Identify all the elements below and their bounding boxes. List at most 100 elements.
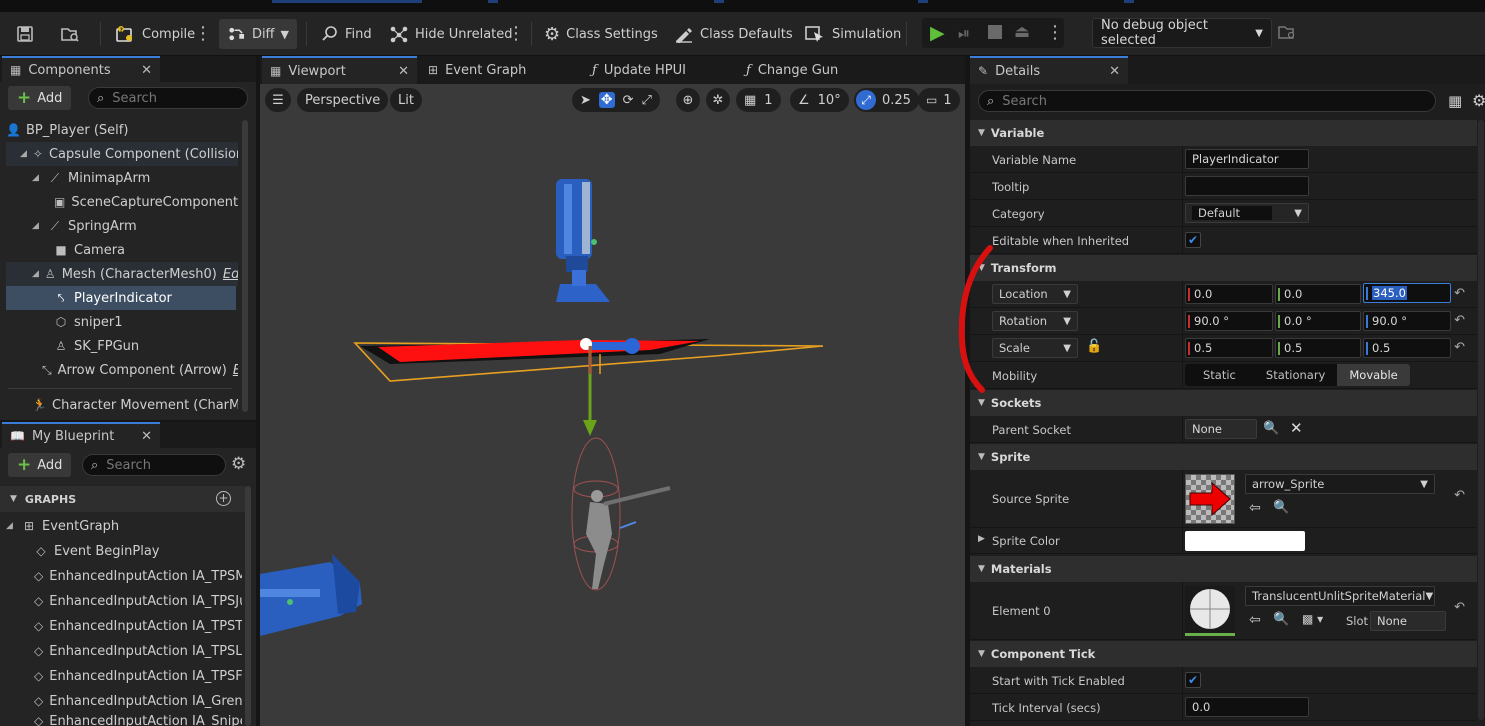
browse-asset-icon[interactable]: 🔍	[1273, 612, 1289, 627]
mobility-movable-option[interactable]: Movable	[1337, 364, 1410, 386]
close-icon[interactable]: ✕	[141, 63, 152, 78]
details-search-input[interactable]: ⌕ Search	[978, 90, 1436, 112]
mobility-static-option[interactable]: Static	[1185, 364, 1254, 386]
blueprint-search-input[interactable]: ⌕ Search	[82, 454, 226, 476]
tab-change-gun[interactable]: ƒ Change Gun	[738, 56, 846, 84]
translate-icon[interactable]: ✥	[598, 92, 615, 108]
transform-section-header[interactable]: ▼ Transform	[970, 255, 1477, 281]
location-y-input[interactable]: 0.0	[1275, 284, 1361, 304]
unlock-icon[interactable]: 🔓	[1086, 339, 1102, 354]
class-settings-button[interactable]: ⚙ Class Settings	[536, 19, 666, 49]
rotation-snap-button[interactable]: ∠ 10°	[790, 88, 849, 112]
source-sprite-dropdown[interactable]: arrow_Sprite ▼	[1245, 474, 1435, 494]
event-graph-item[interactable]: ◢ ⊞ EventGraph	[6, 514, 242, 538]
tab-details[interactable]: ✎ Details ✕	[970, 56, 1128, 84]
event-item[interactable]: ◇ EnhancedInputAction IA_TPSTur	[6, 614, 242, 638]
event-item[interactable]: ◇ Event BeginPlay	[6, 539, 242, 563]
hide-unrelated-options-button[interactable]: ⋮	[505, 19, 527, 49]
debug-object-dropdown[interactable]: No debug object selected ▼	[1092, 18, 1272, 48]
class-defaults-button[interactable]: Class Defaults	[666, 19, 801, 49]
scale-z-input[interactable]: 0.5	[1363, 338, 1451, 358]
add-component-button[interactable]: + Add	[8, 86, 72, 110]
compile-button[interactable]: ? Compile	[106, 19, 203, 49]
reset-icon[interactable]: ↶	[1454, 600, 1465, 615]
component-sk-fpgun[interactable]: ♙ SK_FPGun	[6, 334, 238, 358]
category-dropdown[interactable]: Default ▼	[1185, 203, 1309, 223]
sprite-color-swatch[interactable]	[1185, 531, 1305, 551]
component-sniper1[interactable]: ⬡ sniper1	[6, 310, 238, 334]
rotation-y-input[interactable]: 0.0 °	[1275, 311, 1361, 331]
sprite-thumbnail[interactable]	[1185, 474, 1235, 524]
close-icon[interactable]: ✕	[141, 429, 152, 444]
compile-options-button[interactable]: ⋮	[192, 19, 214, 49]
component-playerindicator[interactable]: ⤣ PlayerIndicator	[6, 286, 236, 310]
event-item[interactable]: ◇ EnhancedInputAction IA_TPSJur	[6, 589, 242, 613]
viewport[interactable]: ☰ Perspective Lit ➤ ✥ ⟳ ⤢ ⊕ ✲ ▦ 1 ∠ 10° …	[260, 84, 965, 726]
start-tick-checkbox[interactable]: ✔	[1185, 672, 1201, 688]
property-matrix-icon[interactable]: ▦	[1448, 92, 1462, 110]
rotate-icon[interactable]: ⟳	[623, 93, 634, 108]
find-button[interactable]: Find	[313, 19, 380, 49]
close-icon[interactable]: ✕	[1109, 64, 1120, 79]
mobility-stationary-option[interactable]: Stationary	[1254, 364, 1337, 386]
debug-browse-button[interactable]	[1278, 24, 1296, 43]
component-capsule[interactable]: ◢ ✧ Capsule Component (CollisionC	[6, 142, 238, 166]
gear-icon[interactable]: ⚙	[1472, 91, 1485, 110]
add-graph-icon[interactable]: +	[216, 491, 231, 506]
blueprint-scrollbar[interactable]	[245, 486, 251, 726]
component-scenecapture[interactable]: ▣ SceneCaptureComponent2D	[6, 190, 238, 214]
parent-socket-input[interactable]: None	[1185, 419, 1257, 439]
material-options-icon[interactable]: ▩ ▾	[1302, 612, 1323, 626]
sprite-section-header[interactable]: ▼ Sprite	[970, 444, 1477, 470]
tab-update-hpui[interactable]: ƒ Update HPUI	[584, 56, 694, 84]
add-blueprint-item-button[interactable]: + Add	[8, 453, 72, 477]
perspective-button[interactable]: Perspective	[297, 88, 389, 112]
clear-icon[interactable]: ✕	[1290, 419, 1303, 437]
event-item[interactable]: ◇ EnhancedInputAction IA_TPSMo	[6, 564, 242, 588]
variable-name-input[interactable]: PlayerIndicator	[1185, 149, 1309, 169]
close-icon[interactable]: ✕	[398, 64, 409, 79]
scale-icon[interactable]: ⤢	[642, 93, 652, 108]
browse-button[interactable]	[52, 19, 88, 49]
step-icon[interactable]: ⏯	[958, 24, 970, 42]
event-item[interactable]: ◇ EnhancedInputAction IA_Grenad	[6, 689, 242, 713]
scale-mode-dropdown[interactable]: Scale ▼	[992, 338, 1078, 358]
sockets-section-header[interactable]: ▼ Sockets	[970, 390, 1477, 416]
components-scrollbar[interactable]	[242, 120, 248, 412]
reset-icon[interactable]: ↶	[1454, 340, 1465, 355]
reset-icon[interactable]: ↶	[1454, 286, 1465, 301]
tab-viewport[interactable]: ▦ Viewport ✕	[262, 56, 417, 84]
tab-my-blueprint[interactable]: 📖 My Blueprint ✕	[2, 422, 160, 448]
socket-browse-icon[interactable]: 🔍	[1263, 421, 1279, 436]
more-options-icon[interactable]: ⋮	[1046, 22, 1064, 43]
grid-snap-button[interactable]: ▦ 1	[736, 88, 781, 112]
event-item[interactable]: ◇ EnhancedInputAction IA_SniperC	[6, 714, 242, 726]
component-tick-section-header[interactable]: ▼ Component Tick	[970, 641, 1477, 667]
rotation-mode-dropdown[interactable]: Rotation ▼	[992, 311, 1078, 331]
browse-asset-icon[interactable]: 🔍	[1273, 500, 1289, 515]
expand-arrow-icon[interactable]: ▶	[978, 534, 985, 544]
components-search-input[interactable]: ⌕ Search	[88, 87, 248, 109]
component-minimaparm[interactable]: ◢ ⟋ MinimapArm	[6, 166, 238, 190]
scale-x-input[interactable]: 0.5	[1185, 338, 1273, 358]
diff-button[interactable]: Diff ▼	[219, 19, 297, 49]
play-icon[interactable]: ▶	[930, 22, 945, 44]
location-z-input[interactable]: 345.0	[1363, 283, 1451, 303]
world-local-button[interactable]: ⊕	[676, 88, 700, 112]
tab-event-graph[interactable]: ⊞ Event Graph	[420, 56, 534, 84]
location-x-input[interactable]: 0.0	[1185, 284, 1273, 304]
edit-link[interactable]: Ed	[233, 363, 238, 378]
scale-y-input[interactable]: 0.5	[1275, 338, 1361, 358]
camera-speed-button[interactable]: ▭ 1	[918, 88, 960, 112]
stop-icon[interactable]	[988, 25, 1002, 39]
material-dropdown[interactable]: TranslucentUnlitSpriteMaterial ▼	[1245, 586, 1435, 606]
select-icon[interactable]: ➤	[580, 93, 591, 108]
editable-inherited-checkbox[interactable]: ✔	[1185, 232, 1201, 248]
lit-button[interactable]: Lit	[390, 88, 422, 112]
component-springarm[interactable]: ◢ ⟋ SpringArm	[6, 214, 238, 238]
use-selected-icon[interactable]: ⇦	[1249, 612, 1261, 628]
save-button[interactable]	[8, 19, 42, 49]
component-bp-player-self[interactable]: 👤 BP_Player (Self)	[6, 118, 238, 142]
slot-input[interactable]: None	[1370, 611, 1446, 631]
eject-icon[interactable]: ⏏	[1014, 22, 1030, 42]
